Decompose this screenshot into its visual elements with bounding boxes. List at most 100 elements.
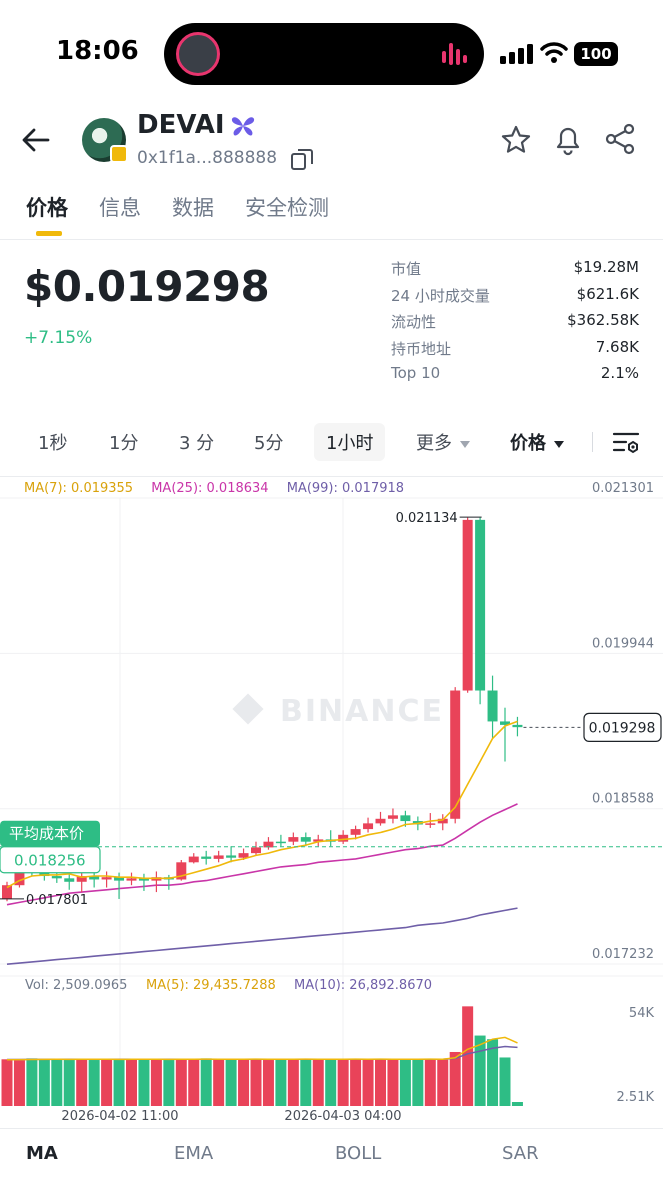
vol-legend: Vol: 2,509.0965 bbox=[25, 978, 127, 993]
volume-bar bbox=[300, 1058, 312, 1106]
alert-bell-icon[interactable] bbox=[552, 122, 584, 156]
interval-1h[interactable]: 1小时 bbox=[314, 423, 386, 461]
vol-ma5-legend: MA(5): 29,435.7288 bbox=[146, 978, 276, 993]
island-avatar bbox=[176, 32, 220, 76]
chevron-down-icon bbox=[554, 440, 564, 448]
tab-price[interactable]: 价格 bbox=[26, 192, 68, 222]
volume-bar bbox=[462, 1006, 474, 1106]
volume-bar bbox=[325, 1059, 337, 1106]
stat-row-liquidity: 流动性 $362.58K bbox=[391, 311, 639, 338]
vol-ma10-legend: MA(10): 26,892.8670 bbox=[294, 978, 432, 993]
candle-body bbox=[512, 724, 523, 728]
volume-bar bbox=[399, 1059, 411, 1106]
candle-body bbox=[400, 815, 411, 822]
candle-body bbox=[226, 855, 237, 858]
volume-bar bbox=[238, 1059, 250, 1106]
dynamic-island[interactable] bbox=[164, 23, 484, 85]
volume-bar bbox=[126, 1058, 137, 1106]
status-bar: 18:06 100 bbox=[0, 0, 663, 100]
volume-bar bbox=[225, 1059, 237, 1106]
stat-value: 7.68K bbox=[595, 337, 639, 356]
candle-body bbox=[475, 519, 486, 691]
cellular-signal-icon bbox=[500, 44, 533, 64]
candle-body bbox=[363, 823, 374, 830]
copy-icon[interactable] bbox=[290, 147, 314, 171]
volume-bar bbox=[250, 1058, 262, 1106]
candle-body bbox=[375, 818, 386, 824]
stat-value: $621.6K bbox=[576, 284, 639, 303]
x-axis-tick-label: 2026-04-02 11:00 bbox=[61, 1109, 178, 1124]
tab-security[interactable]: 安全检测 bbox=[245, 192, 329, 222]
volume-bar bbox=[163, 1059, 175, 1106]
interval-1m[interactable]: 1分 bbox=[109, 429, 138, 455]
binance-logo-icon bbox=[232, 693, 264, 725]
stat-label: 市值 bbox=[391, 260, 422, 278]
indicator-tab-ma[interactable]: MA bbox=[26, 1143, 58, 1164]
candle-body bbox=[201, 856, 212, 859]
indicator-tab-boll[interactable]: BOLL bbox=[335, 1143, 381, 1164]
chart-type-dropdown[interactable]: 价格 bbox=[510, 429, 564, 455]
volume-bar bbox=[51, 1058, 63, 1106]
volume-bar bbox=[262, 1060, 274, 1106]
candle-body bbox=[213, 855, 224, 859]
high-price-label: 0.021134 bbox=[396, 511, 458, 526]
back-arrow-icon[interactable] bbox=[20, 124, 52, 156]
binance-watermark: BINANCE bbox=[280, 694, 444, 729]
stat-row-volume: 24 小时成交量 $621.6K bbox=[391, 285, 639, 312]
wifi-icon bbox=[540, 42, 568, 63]
volume-bar bbox=[26, 1058, 38, 1106]
interval-5m[interactable]: 5分 bbox=[254, 429, 283, 455]
tab-info[interactable]: 信息 bbox=[99, 192, 141, 222]
volume-bar bbox=[38, 1059, 50, 1106]
volume-bar bbox=[424, 1059, 436, 1106]
volume-bar bbox=[375, 1058, 386, 1106]
volume-bar bbox=[449, 1051, 461, 1106]
current-price: $0.019298 bbox=[24, 262, 270, 311]
y-axis-tick-label: 0.019944 bbox=[592, 636, 654, 651]
volume-bar bbox=[138, 1059, 150, 1106]
volume-bar bbox=[76, 1058, 88, 1106]
price-chart[interactable]: 0.021301 0.019944 0.018588 0.017232 BINANCE 平… bbox=[0, 476, 663, 1128]
volume-bar bbox=[511, 1102, 523, 1106]
last-price-label: 0.019298 bbox=[589, 720, 656, 736]
share-icon[interactable] bbox=[604, 122, 636, 156]
stat-row-market-cap: 市值 $19.28M bbox=[391, 258, 639, 285]
volume-bar bbox=[337, 1059, 349, 1106]
volume-bar bbox=[287, 1059, 299, 1106]
ma99-line bbox=[6, 907, 518, 965]
interval-more-dropdown[interactable]: 更多 bbox=[416, 429, 470, 455]
volume-bar bbox=[213, 1059, 225, 1106]
candle-body bbox=[64, 878, 75, 882]
candle-body bbox=[251, 847, 261, 854]
volume-bar bbox=[13, 1060, 25, 1106]
interval-3m[interactable]: 3 分 bbox=[179, 429, 214, 455]
active-tab-indicator bbox=[36, 231, 62, 236]
indicator-tabs: MA EMA BOLL SAR bbox=[0, 1128, 663, 1178]
volume-bar bbox=[200, 1058, 212, 1106]
indicator-tab-sar[interactable]: SAR bbox=[502, 1143, 539, 1164]
candle-body bbox=[238, 853, 249, 858]
y-axis-tick-label: 0.018588 bbox=[592, 792, 654, 807]
volume-bar bbox=[188, 1059, 200, 1106]
bnb-chain-badge bbox=[110, 145, 128, 163]
candle-body bbox=[425, 823, 436, 825]
indicator-tab-ema[interactable]: EMA bbox=[174, 1143, 213, 1164]
toolbar-divider bbox=[592, 432, 593, 452]
interval-1s[interactable]: 1秒 bbox=[38, 429, 67, 455]
chart-settings-icon[interactable] bbox=[612, 430, 640, 456]
volume-bar bbox=[387, 1059, 399, 1106]
stat-value: $362.58K bbox=[567, 311, 639, 329]
token-stats: 市值 $19.28M 24 小时成交量 $621.6K 流动性 $362.58K… bbox=[391, 258, 639, 391]
volume-tick-label: 2.51K bbox=[617, 1090, 655, 1105]
status-time: 18:06 bbox=[56, 36, 139, 66]
volume-bar bbox=[312, 1059, 324, 1106]
interval-selector: 1秒 1分 3 分 5分 1小时 更多 价格 bbox=[0, 420, 663, 464]
favorite-star-icon[interactable] bbox=[500, 124, 532, 156]
volume-bar bbox=[1, 1059, 13, 1106]
candle-body bbox=[338, 834, 349, 842]
candle-body bbox=[350, 829, 361, 835]
y-axis-tick-label: 0.021301 bbox=[592, 481, 654, 496]
audio-bars-icon bbox=[442, 43, 467, 65]
volume-ma10-line bbox=[7, 1045, 518, 1061]
tab-data[interactable]: 数据 bbox=[172, 192, 214, 222]
